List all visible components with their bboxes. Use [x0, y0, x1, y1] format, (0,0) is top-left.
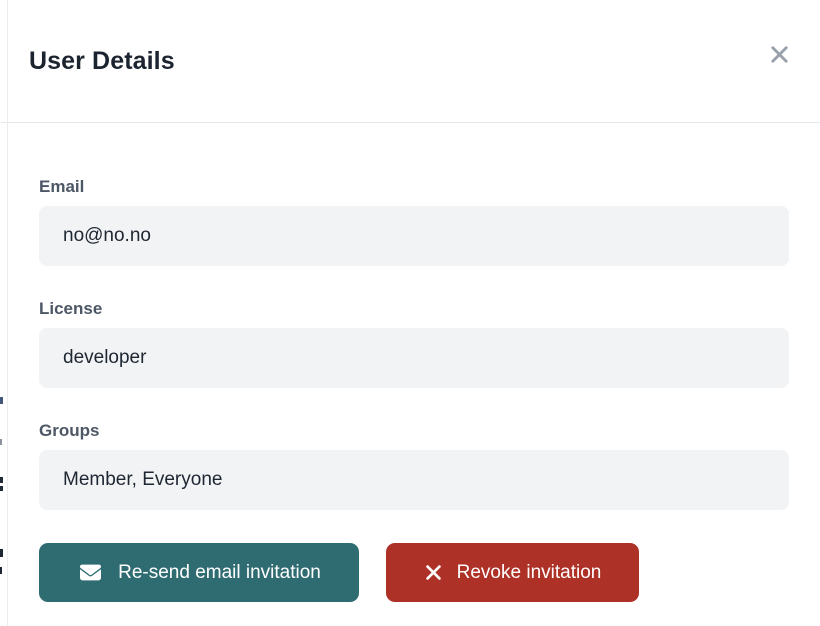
groups-field-group: Groups Member, Everyone: [39, 421, 789, 510]
resend-email-invitation-button[interactable]: Re-send email invitation: [39, 543, 359, 602]
revoke-invitation-button[interactable]: Revoke invitation: [386, 543, 639, 602]
modal-body: Email no@no.no License developer Groups …: [8, 122, 820, 602]
license-field[interactable]: developer: [39, 328, 789, 388]
email-label: Email: [39, 177, 789, 197]
user-details-modal: User Details Email no@no.no License deve…: [7, 0, 820, 626]
license-field-group: License developer: [39, 299, 789, 388]
background-page-sliver: [0, 0, 7, 626]
page-title: User Details: [29, 47, 175, 76]
action-button-row: Re-send email invitation Revoke invitati…: [39, 543, 789, 602]
groups-label: Groups: [39, 421, 789, 441]
x-close-icon: [768, 43, 791, 69]
license-label: License: [39, 299, 789, 319]
email-field[interactable]: no@no.no: [39, 206, 789, 266]
close-button[interactable]: [765, 42, 793, 70]
email-field-group: Email no@no.no: [39, 177, 789, 266]
backdrop-text-fragment: [0, 486, 3, 491]
x-icon: [424, 563, 443, 582]
backdrop-text-fragment: [0, 439, 2, 445]
backdrop-text-fragment: [0, 397, 3, 404]
header-divider: [1, 122, 820, 123]
modal-header: User Details: [8, 0, 820, 122]
backdrop-text-fragment: [0, 549, 3, 557]
resend-button-label: Re-send email invitation: [118, 562, 321, 584]
backdrop-text-fragment: [0, 477, 3, 483]
revoke-button-label: Revoke invitation: [457, 562, 602, 584]
groups-field[interactable]: Member, Everyone: [39, 450, 789, 510]
backdrop-text-fragment: [0, 567, 2, 574]
envelope-icon: [77, 562, 104, 583]
